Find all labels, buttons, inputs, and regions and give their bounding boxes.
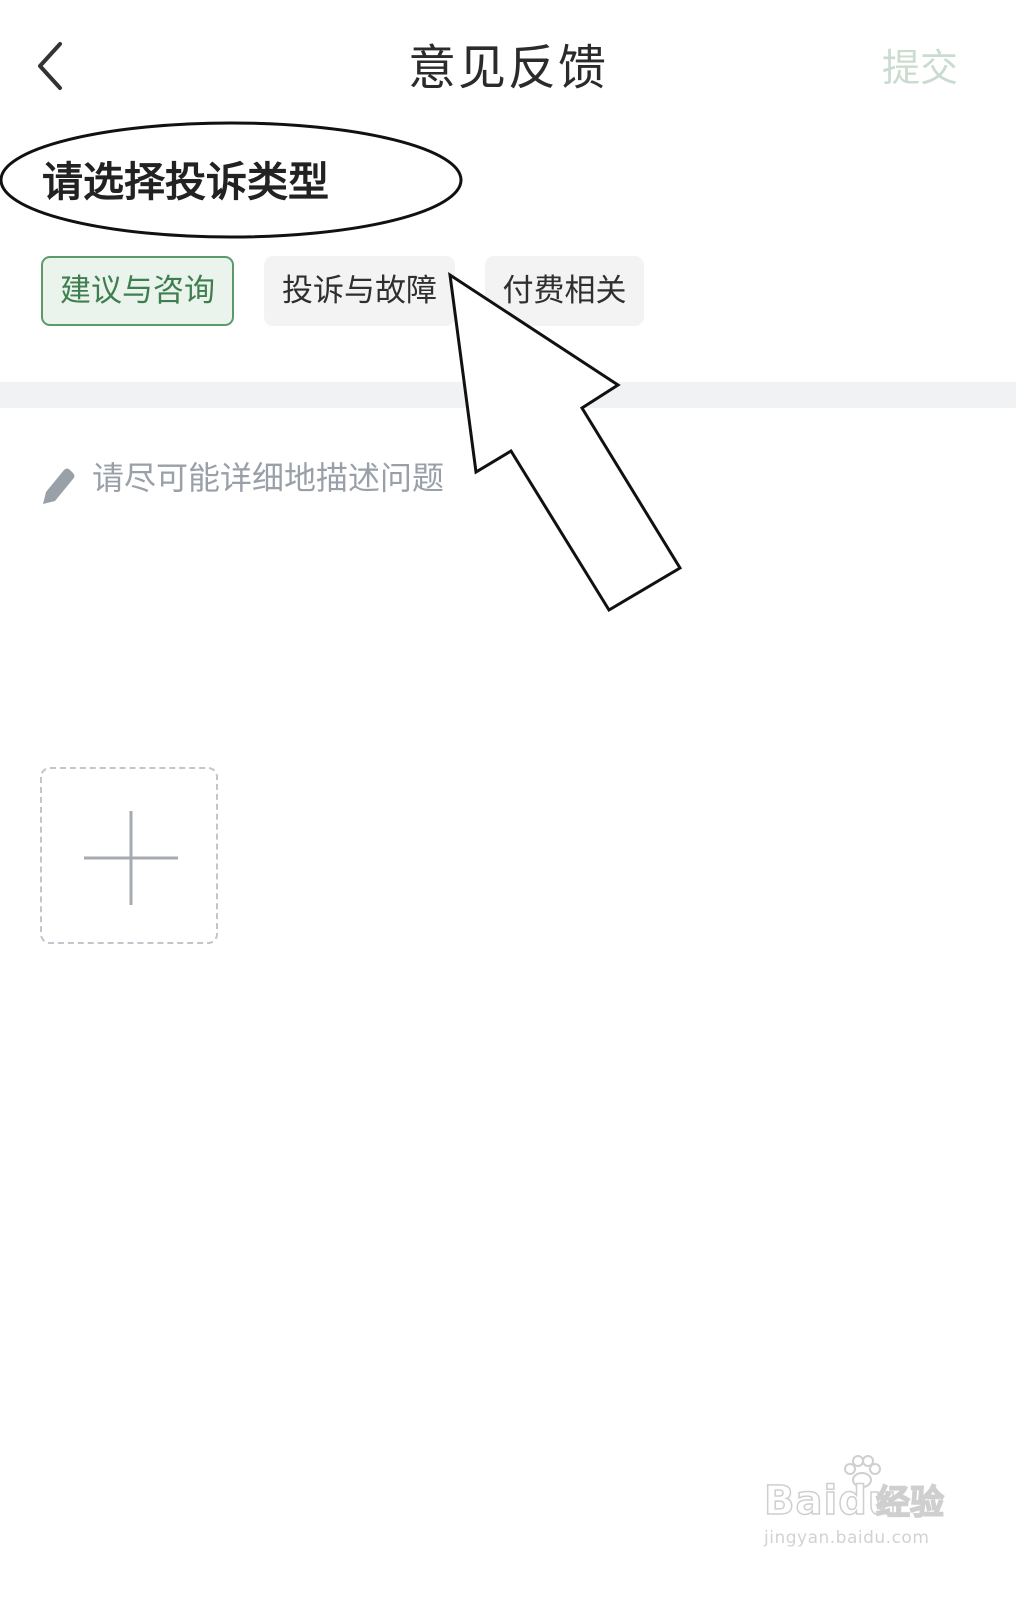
plus-icon (84, 811, 178, 905)
description-placeholder: 请尽可能详细地描述问题 (92, 459, 445, 497)
watermark: Baidu 经验 jingyan.baidu.com (763, 1455, 974, 1555)
watermark-url: jingyan.baidu.com (764, 1528, 930, 1548)
section-divider (0, 382, 1016, 408)
type-option-payment[interactable]: 付费相关 (485, 256, 644, 326)
add-attachment-button[interactable] (40, 767, 218, 944)
complaint-type-heading: 请选择投诉类型 (42, 158, 329, 206)
pencil-icon (43, 468, 75, 504)
description-input[interactable]: 请尽可能详细地描述问题 (36, 452, 976, 512)
complaint-type-heading-block: 请选择投诉类型 (0, 120, 470, 240)
top-bar: 意见反馈 提交 (0, 0, 1016, 130)
type-option-suggestion[interactable]: 建议与咨询 (41, 256, 234, 326)
submit-button[interactable]: 提交 (882, 42, 958, 94)
type-option-complaint[interactable]: 投诉与故障 (264, 256, 455, 326)
watermark-brand-cn: 经验 (875, 1482, 945, 1524)
page-title: 意见反馈 (407, 40, 608, 96)
